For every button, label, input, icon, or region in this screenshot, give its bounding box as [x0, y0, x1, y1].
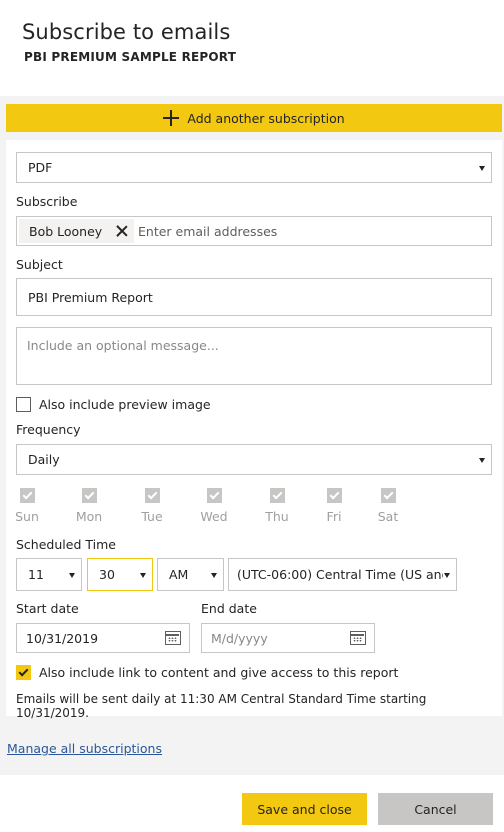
- day-label: Wed: [200, 509, 228, 524]
- email-placeholder: Enter email addresses: [138, 224, 278, 239]
- checkmark-icon: [209, 489, 219, 500]
- subscription-panel: PDF Subscribe Bob Looney Enter email add…: [6, 140, 502, 720]
- chevron-down-icon: [444, 572, 450, 578]
- start-date-input[interactable]: 10/31/2019: [16, 623, 190, 653]
- include-link-label: Also include link to content and give ac…: [39, 665, 399, 680]
- day-checkbox[interactable]: [380, 488, 396, 503]
- dialog-footer: Save and close Cancel: [0, 775, 504, 832]
- checkmark-icon: [383, 489, 393, 500]
- message-textarea[interactable]: Include an optional message...: [16, 327, 492, 385]
- day-tue[interactable]: Tue: [132, 488, 172, 524]
- day-label: Tue: [141, 509, 163, 524]
- recipients-input[interactable]: Bob Looney Enter email addresses: [16, 216, 492, 246]
- day-checkbox[interactable]: [81, 488, 97, 503]
- timezone-select[interactable]: (UTC-06:00) Central Time (US and: [228, 558, 457, 591]
- close-icon[interactable]: [116, 225, 128, 237]
- checkmark-icon: [18, 666, 29, 677]
- hour-value: 11: [28, 567, 44, 582]
- day-mon[interactable]: Mon: [69, 488, 109, 524]
- subject-input[interactable]: PBI Premium Report: [16, 278, 492, 316]
- add-subscription-button[interactable]: Add another subscription: [6, 104, 502, 132]
- ampm-value: AM: [169, 567, 189, 582]
- day-sat[interactable]: Sat: [368, 488, 408, 524]
- subscribe-label: Subscribe: [16, 194, 78, 209]
- checkmark-icon: [147, 489, 157, 500]
- start-date-label: Start date: [16, 601, 79, 616]
- checkmark-icon: [84, 489, 94, 500]
- checkmark-icon: [329, 489, 339, 500]
- end-date-placeholder: M/d/yyyy: [211, 630, 268, 646]
- chevron-down-icon: [211, 572, 217, 578]
- day-wed[interactable]: Wed: [194, 488, 234, 524]
- day-label: Fri: [326, 509, 342, 524]
- start-date-value: 10/31/2019: [26, 630, 99, 646]
- chevron-down-icon: [140, 572, 146, 578]
- chevron-down-icon: [69, 572, 75, 578]
- calendar-icon[interactable]: [350, 631, 366, 645]
- preview-image-label: Also include preview image: [39, 397, 211, 412]
- manage-subscriptions-link[interactable]: Manage all subscriptions: [7, 741, 162, 756]
- day-label: Sun: [15, 509, 39, 524]
- checkmark-icon: [272, 489, 282, 500]
- day-checkbox[interactable]: [269, 488, 285, 503]
- day-checkbox[interactable]: [19, 488, 35, 503]
- dialog-header: Subscribe to emails PBI PREMIUM SAMPLE R…: [0, 0, 504, 96]
- day-label: Sat: [377, 509, 399, 524]
- day-thu[interactable]: Thu: [257, 488, 297, 524]
- preview-image-checkbox[interactable]: [16, 397, 31, 412]
- timezone-value: (UTC-06:00) Central Time (US and: [237, 567, 443, 582]
- end-date-input[interactable]: M/d/yyyy: [201, 623, 375, 653]
- add-subscription-label: Add another subscription: [187, 110, 345, 126]
- end-date-label: End date: [201, 601, 257, 616]
- format-select[interactable]: PDF: [16, 152, 492, 183]
- format-value: PDF: [28, 160, 53, 175]
- subject-value: PBI Premium Report: [28, 289, 153, 305]
- frequency-label: Frequency: [16, 422, 81, 437]
- recipient-name: Bob Looney: [29, 223, 103, 239]
- subject-label: Subject: [16, 257, 63, 272]
- day-sun[interactable]: Sun: [7, 488, 47, 524]
- dialog-title: Subscribe to emails: [22, 20, 231, 44]
- calendar-icon[interactable]: [165, 631, 181, 645]
- chevron-down-icon: [479, 165, 485, 171]
- report-name: PBI PREMIUM SAMPLE REPORT: [24, 50, 237, 64]
- scheduled-time-label: Scheduled Time: [16, 537, 116, 552]
- cancel-button[interactable]: Cancel: [378, 793, 493, 825]
- day-checkbox[interactable]: [206, 488, 222, 503]
- day-fri[interactable]: Fri: [314, 488, 354, 524]
- frequency-value: Daily: [28, 452, 60, 467]
- checkmark-icon: [22, 489, 32, 500]
- message-placeholder: Include an optional message...: [27, 338, 219, 353]
- include-link-checkbox[interactable]: [16, 665, 31, 680]
- hour-select[interactable]: 11: [16, 558, 82, 591]
- minute-select[interactable]: 30: [87, 558, 153, 591]
- day-label: Mon: [75, 509, 103, 524]
- chevron-down-icon: [479, 457, 485, 463]
- schedule-summary: Emails will be sent daily at 11:30 AM Ce…: [16, 692, 427, 720]
- frequency-select[interactable]: Daily: [16, 444, 492, 475]
- day-label: Thu: [265, 509, 289, 524]
- recipient-chip: Bob Looney: [19, 219, 134, 243]
- day-checkbox[interactable]: [144, 488, 160, 503]
- ampm-select[interactable]: AM: [157, 558, 224, 591]
- save-and-close-button[interactable]: Save and close: [242, 793, 367, 825]
- minute-value: 30: [99, 567, 115, 582]
- day-checkbox[interactable]: [326, 488, 342, 503]
- plus-icon: [163, 110, 180, 126]
